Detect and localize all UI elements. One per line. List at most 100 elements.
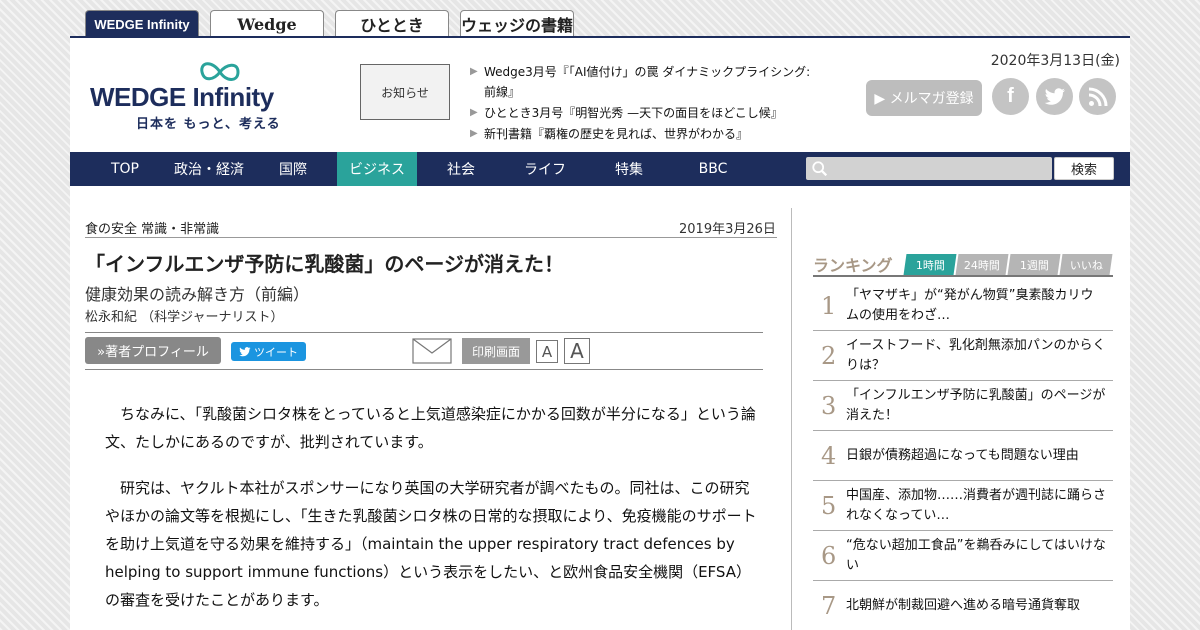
play-arrow-icon: ▶ bbox=[470, 107, 478, 118]
tweet-button[interactable]: ツイート bbox=[231, 342, 306, 361]
ranking-tab-1week[interactable]: 1週間 bbox=[1007, 254, 1061, 275]
ranking-number: 4 bbox=[821, 441, 837, 470]
article-paragraph: ちなみに、「乳酸菌シロタ株をとっていると上気道感染症にかかる回数が半分になる」と… bbox=[105, 405, 756, 451]
nav-label: ビジネス bbox=[349, 162, 405, 178]
site-tab-label: ウェッジの書籍 bbox=[461, 16, 574, 35]
nav-item-top[interactable]: TOP bbox=[85, 152, 165, 186]
ranking-number: 3 bbox=[821, 391, 837, 420]
news-item-text: ひととき3月号『明智光秀 —天下の面目をほどこし候』 bbox=[484, 106, 783, 120]
nav-label: 社会 bbox=[447, 162, 475, 178]
mail-magazine-button[interactable]: ▶ メルマガ登録 bbox=[866, 80, 982, 116]
nav-item-life[interactable]: ライフ bbox=[505, 152, 585, 186]
ranking-tab-1hour[interactable]: 1時間 bbox=[903, 254, 957, 275]
search-input[interactable] bbox=[806, 157, 1052, 180]
ranking-text: “危ない超加工食品”を鵜呑みにしてはいけない bbox=[846, 537, 1106, 573]
tweet-label: ツイート bbox=[254, 345, 298, 359]
news-item[interactable]: ▶ 新刊書籍『覇権の歴史を見れば、世界がわかる』 bbox=[470, 124, 815, 144]
play-arrow-icon: ▶ bbox=[470, 128, 478, 139]
nav-item-business[interactable]: ビジネス bbox=[337, 152, 417, 186]
divider bbox=[85, 237, 777, 238]
rss-icon[interactable] bbox=[1079, 78, 1116, 115]
nav-item-feature[interactable]: 特集 bbox=[589, 152, 669, 186]
ranking-item[interactable]: 5 中国産、添加物……消費者が週刊誌に踊らされなくなってい… bbox=[813, 481, 1113, 531]
nav-item-politics-economy[interactable]: 政治・経済 bbox=[169, 152, 249, 186]
article-body: ちなみに、「乳酸菌シロタ株をとっていると上気道感染症にかかる回数が半分になる」と… bbox=[105, 400, 760, 630]
article-paragraph: 研究は、ヤクルト本社がスポンサーになり英国の大学研究者が調べたもの。同社は、この… bbox=[105, 479, 757, 609]
nav-label: 特集 bbox=[615, 162, 643, 178]
nav-item-international[interactable]: 国際 bbox=[253, 152, 333, 186]
ranking-list: 1 「ヤマザキ」が“発がん物質”臭素酸カリウムの使用をわざ… 2 イーストフード、乳… bbox=[813, 281, 1113, 630]
facebook-icon[interactable]: f bbox=[992, 78, 1029, 115]
site-tab-hitotoki[interactable]: ひととき bbox=[335, 10, 449, 37]
site-tab-wedge[interactable]: Wedge bbox=[210, 10, 324, 37]
mail-icon[interactable] bbox=[412, 338, 452, 364]
news-item-text: 新刊書籍『覇権の歴史を見れば、世界がわかる』 bbox=[484, 127, 749, 141]
notice-button[interactable]: お知らせ bbox=[360, 64, 450, 120]
font-size-small-button[interactable]: A bbox=[536, 340, 558, 363]
search-button-label: 検索 bbox=[1070, 163, 1097, 178]
print-button[interactable]: 印刷画面 bbox=[462, 338, 530, 364]
nav-label: 国際 bbox=[279, 162, 307, 178]
ranking-text: 日銀が債務超過になっても問題ない理由 bbox=[846, 447, 1079, 463]
play-arrow-icon: ▶ bbox=[470, 66, 478, 77]
site-tab-label: ひととき bbox=[360, 16, 424, 35]
ranking-item[interactable]: 2 イーストフード、乳化剤無添加パンのからくりは？ bbox=[813, 331, 1113, 381]
article-subtitle: 健康効果の読み解き方（前編） bbox=[85, 285, 310, 304]
font-size-large-button[interactable]: A bbox=[564, 338, 590, 364]
nav-item-bbc[interactable]: BBC bbox=[673, 152, 753, 186]
ranking-tab-label: いいね bbox=[1069, 258, 1103, 272]
twitter-bird-icon bbox=[239, 346, 251, 356]
nav-label: ライフ bbox=[524, 162, 566, 178]
nav-label: 政治・経済 bbox=[174, 162, 244, 178]
nav-label: TOP bbox=[110, 161, 139, 177]
ranking-number: 6 bbox=[821, 541, 837, 570]
site-logo[interactable]: WEDGE Infinity 日本を もっと、考える bbox=[90, 58, 320, 132]
ranking-text: 北朝鮮が制裁回避へ進める暗号通貨奪取 bbox=[846, 597, 1081, 613]
ranking-number: 1 bbox=[821, 291, 837, 320]
page-panel: WEDGE Infinity 日本を もっと、考える お知らせ ▶ Wedge3月… bbox=[70, 36, 1130, 630]
news-item[interactable]: ▶ Wedge3月号『「AI値付け」の罠 ダイナミックプライシング: 前線』 bbox=[470, 62, 815, 102]
search-icon bbox=[812, 161, 828, 177]
site-tabs: WEDGE Infinity Wedge ひととき ウェッジの書籍 bbox=[85, 10, 574, 37]
notice-label: お知らせ bbox=[381, 85, 429, 100]
ranking-number: 7 bbox=[821, 591, 837, 620]
article-title: 「インフルエンザ予防に乳酸菌」のページが消えた！ bbox=[85, 252, 564, 276]
divider bbox=[85, 369, 763, 370]
nav-item-society[interactable]: 社会 bbox=[421, 152, 501, 186]
ranking-tab-likes[interactable]: いいね bbox=[1059, 254, 1113, 275]
news-item-text: Wedge3月号『「AI値付け」の罠 ダイナミックプライシング: 前線』 bbox=[484, 65, 811, 99]
ranking-tab-label: 1週間 bbox=[1019, 258, 1049, 272]
ranking-text: 「ヤマザキ」が“発がん物質”臭素酸カリウムの使用をわざ… bbox=[846, 287, 1094, 323]
ranking-text: 中国産、添加物……消費者が週刊誌に踊らされなくなってい… bbox=[846, 487, 1107, 523]
site-tab-wedge-infinity[interactable]: WEDGE Infinity bbox=[85, 10, 199, 37]
column-divider bbox=[791, 208, 792, 630]
ranking-item[interactable]: 3 「インフルエンザ予防に乳酸菌」のページが消えた！ bbox=[813, 381, 1113, 431]
logo-subtitle: 日本を もっと、考える bbox=[136, 117, 281, 132]
print-label: 印刷画面 bbox=[471, 344, 520, 359]
site-tab-wedge-books[interactable]: ウェッジの書籍 bbox=[460, 10, 574, 37]
ranking-tab-label: 24時間 bbox=[964, 258, 1000, 272]
nav-label: BBC bbox=[698, 161, 728, 177]
logo-title: WEDGE Infinity bbox=[90, 82, 274, 112]
ranking-header: ランキング 1時間 24時間 1週間 いいね bbox=[813, 251, 1113, 277]
ranking-item[interactable]: 6 “危ない超加工食品”を鵜呑みにしてはいけない bbox=[813, 531, 1113, 581]
divider bbox=[85, 332, 763, 333]
ranking-item[interactable]: 1 「ヤマザキ」が“発がん物質”臭素酸カリウムの使用をわざ… bbox=[813, 281, 1113, 331]
article-category[interactable]: 食の安全 常識・非常識 bbox=[85, 218, 219, 237]
news-item[interactable]: ▶ ひととき3月号『明智光秀 —天下の面目をほどこし候』 bbox=[470, 103, 815, 123]
font-small-label: A bbox=[541, 342, 553, 361]
site-tab-label: WEDGE Infinity bbox=[94, 16, 190, 32]
ranking-item[interactable]: 4 日銀が債務超過になっても問題ない理由 bbox=[813, 431, 1113, 481]
ranking-number: 5 bbox=[821, 491, 837, 520]
ranking-number: 2 bbox=[821, 341, 837, 370]
author-profile-label: »著者プロフィール bbox=[97, 345, 209, 360]
author-profile-button[interactable]: »著者プロフィール bbox=[85, 337, 221, 364]
twitter-icon[interactable] bbox=[1036, 78, 1073, 115]
font-large-label: A bbox=[570, 339, 584, 363]
article-author[interactable]: 松永和紀 （科学ジャーナリスト） bbox=[85, 306, 283, 325]
search-button[interactable]: 検索 bbox=[1054, 157, 1114, 180]
ranking-text: 「インフルエンザ予防に乳酸菌」のページが消えた！ bbox=[846, 387, 1106, 423]
ranking-tab-24hours[interactable]: 24時間 bbox=[955, 254, 1009, 275]
ranking-item[interactable]: 7 北朝鮮が制裁回避へ進める暗号通貨奪取 bbox=[813, 581, 1113, 630]
current-date: 2020年3月13日(金) bbox=[990, 53, 1120, 69]
